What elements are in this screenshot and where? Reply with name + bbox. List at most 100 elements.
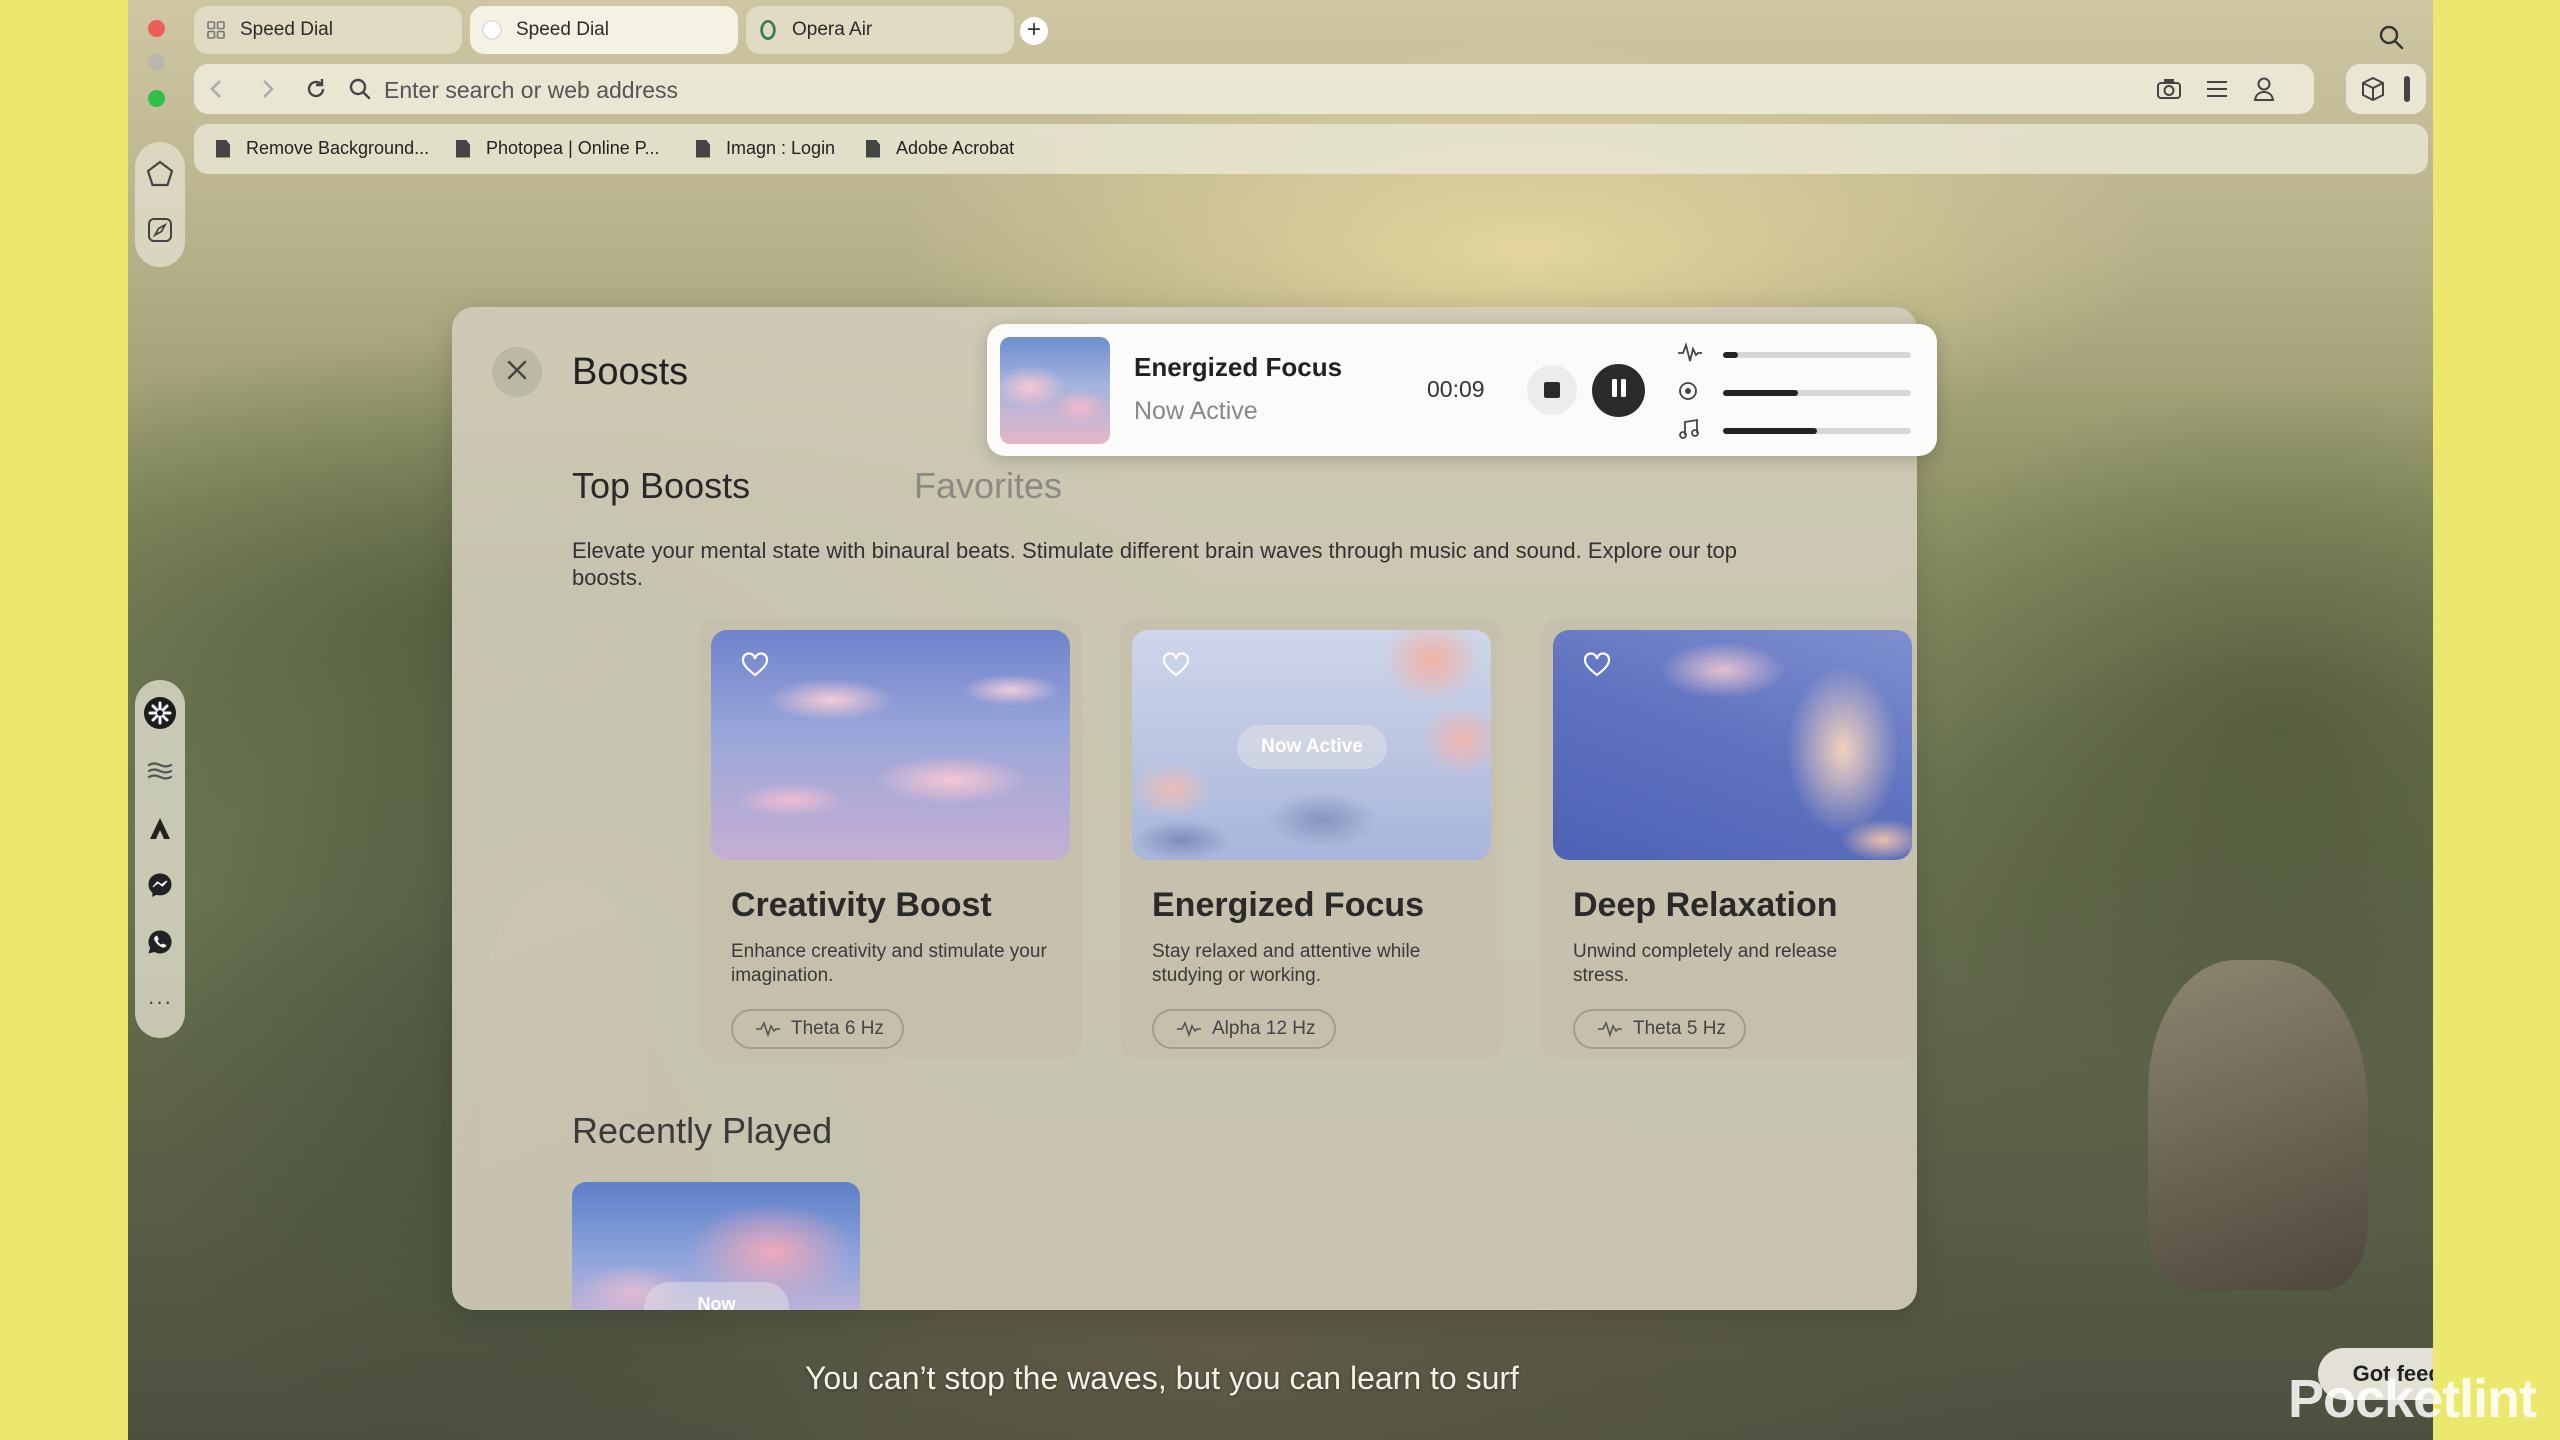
slider-fill bbox=[1723, 390, 1799, 396]
binaural-level-slider[interactable] bbox=[1677, 340, 1917, 370]
close-button[interactable] bbox=[492, 347, 542, 397]
reload-icon[interactable] bbox=[304, 77, 328, 106]
tab-speed-dial-2[interactable]: Speed Dial bbox=[470, 6, 738, 54]
new-tab-button[interactable]: + bbox=[1020, 17, 1048, 45]
more-dots-icon: ··· bbox=[147, 989, 173, 1014]
boost-card-energized-focus[interactable]: Now Active Energized Focus Stay relaxed … bbox=[1120, 618, 1503, 1058]
recently-played-heading: Recently Played bbox=[572, 1110, 833, 1151]
frequency-chip: Alpha 12 Hz bbox=[1152, 1009, 1336, 1049]
tab-label: Speed Dial bbox=[240, 19, 333, 40]
camera-icon[interactable] bbox=[2156, 77, 2182, 106]
now-playing-player: Energized Focus Now Active 00:09 bbox=[987, 324, 1937, 456]
opera-o-icon bbox=[758, 20, 778, 40]
ambient-level-slider[interactable] bbox=[1677, 378, 1917, 408]
boost-card-image bbox=[1553, 630, 1912, 860]
file-icon bbox=[696, 139, 710, 158]
watermark: Pocketlint bbox=[2288, 1369, 2537, 1429]
favorite-heart-icon[interactable] bbox=[1583, 652, 1611, 683]
sidebar-item-messenger[interactable] bbox=[135, 867, 185, 907]
slider-fill bbox=[1723, 428, 1817, 434]
boost-card-creativity[interactable]: Creativity Boost Enhance creativity and … bbox=[699, 618, 1082, 1058]
opera-circle-icon bbox=[482, 20, 502, 40]
bookmarks-bar: Remove Background... Photopea | Online P… bbox=[194, 124, 2428, 174]
file-icon bbox=[456, 139, 470, 158]
whatsapp-icon bbox=[146, 928, 174, 961]
bookmark-item[interactable]: Imagn : Login bbox=[696, 138, 835, 159]
recent-boost-card[interactable]: Now bbox=[572, 1182, 860, 1310]
bookmark-item[interactable]: Adobe Acrobat bbox=[866, 138, 1014, 159]
aria-icon bbox=[146, 814, 174, 847]
slider-track[interactable] bbox=[1723, 428, 1911, 434]
boost-card-deep-relaxation[interactable]: Deep Relaxation Unwind completely and re… bbox=[1541, 618, 1917, 1058]
music-note-icon bbox=[1677, 418, 1701, 445]
window-close-button[interactable] bbox=[148, 20, 165, 37]
waveform-icon bbox=[1177, 1021, 1201, 1037]
tab-label: Opera Air bbox=[792, 19, 873, 40]
bookmark-item[interactable]: Remove Background... bbox=[216, 138, 429, 159]
search-icon bbox=[348, 77, 372, 106]
stop-button[interactable] bbox=[1527, 365, 1577, 415]
easy-setup-icon[interactable] bbox=[2204, 77, 2230, 106]
music-level-slider[interactable] bbox=[1677, 416, 1917, 446]
boosts-description: Elevate your mental state with binaural … bbox=[572, 538, 1738, 590]
compass-icon bbox=[146, 216, 174, 249]
window-zoom-button[interactable] bbox=[148, 90, 165, 107]
sidebar-item-boosts[interactable] bbox=[135, 752, 185, 792]
favorite-heart-icon[interactable] bbox=[741, 652, 769, 683]
waveform-icon bbox=[756, 1021, 780, 1037]
sidebar-item-news[interactable] bbox=[135, 212, 185, 252]
wallpaper-quote: You can’t stop the waves, but you can le… bbox=[805, 1360, 1519, 1396]
pause-icon bbox=[1610, 378, 1628, 403]
tab-opera-air[interactable]: Opera Air bbox=[746, 6, 1014, 54]
profile-icon[interactable] bbox=[2252, 76, 2276, 107]
frequency-chip: Theta 5 Hz bbox=[1573, 1009, 1746, 1049]
window-minimize-button[interactable] bbox=[148, 54, 165, 71]
favorite-heart-icon[interactable] bbox=[1162, 652, 1190, 683]
player-status: Now Active bbox=[1134, 397, 1258, 425]
sidebar-toggle-icon[interactable] bbox=[2404, 76, 2410, 102]
tab-label: Speed Dial bbox=[516, 19, 609, 40]
file-icon bbox=[216, 139, 230, 158]
stop-icon bbox=[1544, 382, 1560, 398]
waveform-icon bbox=[1598, 1021, 1622, 1037]
wallpaper-rock bbox=[2148, 960, 2368, 1290]
air-flower-icon bbox=[143, 696, 177, 735]
waveform-icon bbox=[1677, 341, 1703, 369]
search-tabs-icon[interactable] bbox=[2378, 24, 2404, 55]
tab-speed-dial-1[interactable]: Speed Dial bbox=[194, 6, 462, 54]
page-title: Boosts bbox=[572, 351, 689, 393]
tab-top-boosts[interactable]: Top Boosts bbox=[572, 465, 750, 507]
target-icon bbox=[1677, 380, 1701, 407]
boost-card-description: Unwind completely and release stress. bbox=[1573, 941, 1838, 986]
boost-card-title: Deep Relaxation bbox=[1573, 886, 1838, 924]
pause-button[interactable] bbox=[1592, 364, 1645, 417]
sidebar-item-whatsapp[interactable] bbox=[135, 924, 185, 964]
back-icon[interactable] bbox=[206, 77, 228, 106]
grid-icon bbox=[206, 20, 226, 40]
messenger-icon bbox=[146, 871, 174, 904]
sidebar-item-speed-dial[interactable] bbox=[135, 156, 185, 196]
address-input[interactable]: Enter search or web address bbox=[384, 77, 678, 104]
file-icon bbox=[866, 139, 880, 158]
player-title: Energized Focus bbox=[1134, 352, 1343, 382]
slider-track[interactable] bbox=[1723, 352, 1911, 358]
extensions-area[interactable] bbox=[2346, 64, 2426, 114]
boost-card-description: Enhance creativity and stimulate your im… bbox=[731, 941, 1047, 986]
boost-card-image: Now Active bbox=[1132, 630, 1491, 860]
extensions-box-icon[interactable] bbox=[2360, 76, 2386, 107]
tab-favorites[interactable]: Favorites bbox=[914, 465, 1062, 507]
boost-card-description: Stay relaxed and attentive while studyin… bbox=[1152, 941, 1421, 986]
wallpaper-ridge bbox=[1828, 380, 2433, 1080]
boost-card-image bbox=[711, 630, 1070, 860]
boost-card-title: Energized Focus bbox=[1152, 886, 1425, 924]
sidebar-item-aria[interactable] bbox=[135, 810, 185, 850]
forward-icon[interactable] bbox=[256, 77, 278, 106]
slider-track[interactable] bbox=[1723, 390, 1911, 396]
sidebar-item-air[interactable] bbox=[135, 695, 185, 735]
pentagon-icon bbox=[145, 159, 175, 194]
sidebar-more-button[interactable]: ··· bbox=[135, 982, 185, 1022]
player-thumbnail bbox=[1000, 337, 1110, 444]
bookmark-item[interactable]: Photopea | Online P... bbox=[456, 138, 659, 159]
address-bar[interactable]: Enter search or web address bbox=[194, 64, 2314, 114]
sidebar-apps: ··· bbox=[135, 680, 185, 1038]
